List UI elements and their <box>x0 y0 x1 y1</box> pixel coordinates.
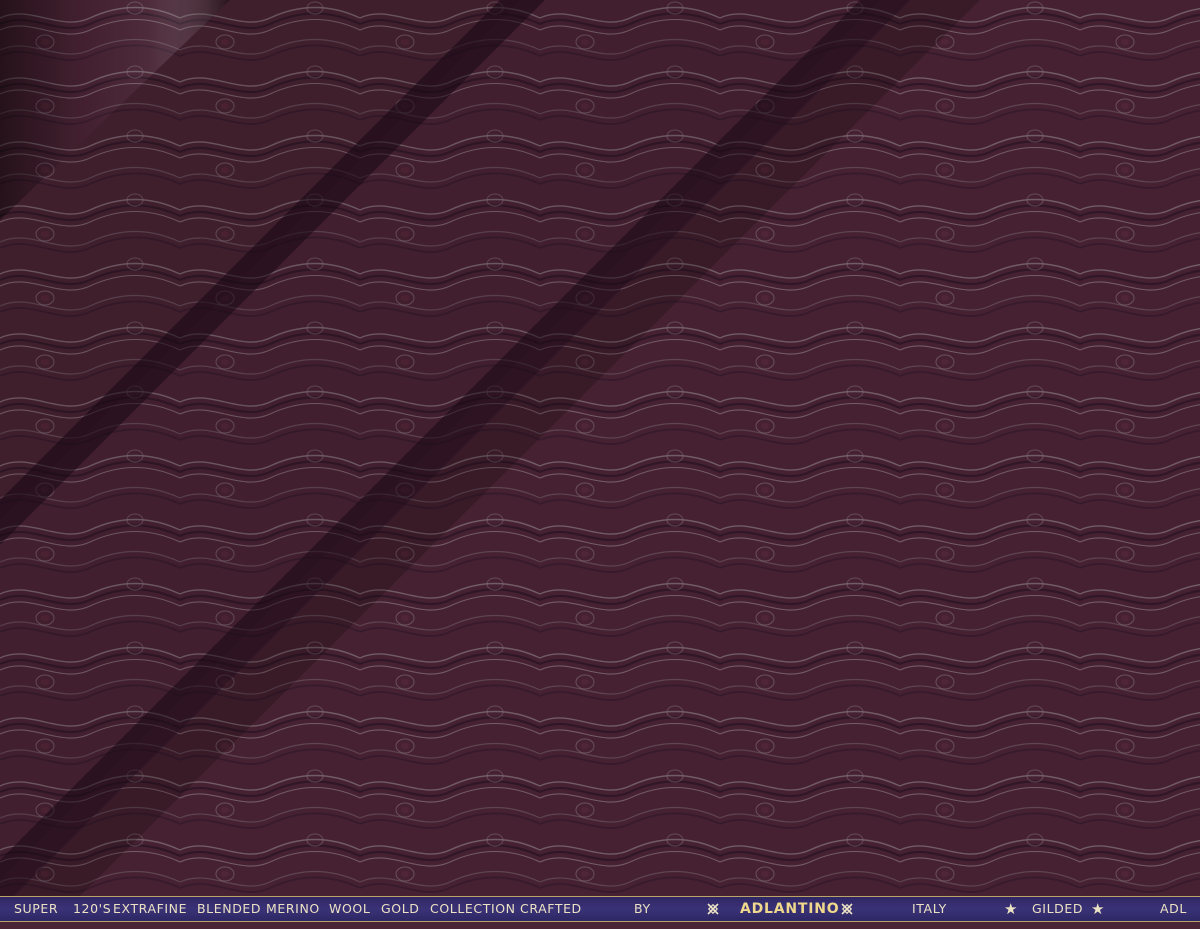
selvedge-word: 120'S <box>73 901 112 916</box>
knot-icon <box>707 903 719 915</box>
selvedge-word: MERINO <box>266 901 320 916</box>
star-icon: ★ <box>1091 900 1105 918</box>
knot-icon <box>841 903 853 915</box>
origin-label: ITALY <box>912 901 947 916</box>
selvedge-word: EXTRAFINE <box>113 901 188 916</box>
brand-name: ADLANTINO <box>740 901 840 917</box>
selvedge-word: CRAFTED <box>520 901 582 916</box>
selvedge-word: SUPER <box>14 901 59 916</box>
selvedge-word: BY <box>634 901 651 916</box>
selvedge-word: BLENDED <box>197 901 262 916</box>
star-icon: ★ <box>1004 900 1018 918</box>
fabric-swatch: SUPER 120'S EXTRAFINE BLENDED MERINO WOO… <box>0 0 1200 929</box>
selvedge-word: GOLD <box>381 901 420 916</box>
tagline-label: GILDED <box>1032 901 1084 916</box>
selvedge-word: WOOL <box>329 901 371 916</box>
suffix-label: ADL <box>1160 901 1187 916</box>
selvedge-word: COLLECTION <box>430 901 516 916</box>
fabric-bottom-edge <box>0 922 1200 929</box>
fabric-image <box>0 0 1200 929</box>
selvedge-band: SUPER 120'S EXTRAFINE BLENDED MERINO WOO… <box>0 896 1200 922</box>
